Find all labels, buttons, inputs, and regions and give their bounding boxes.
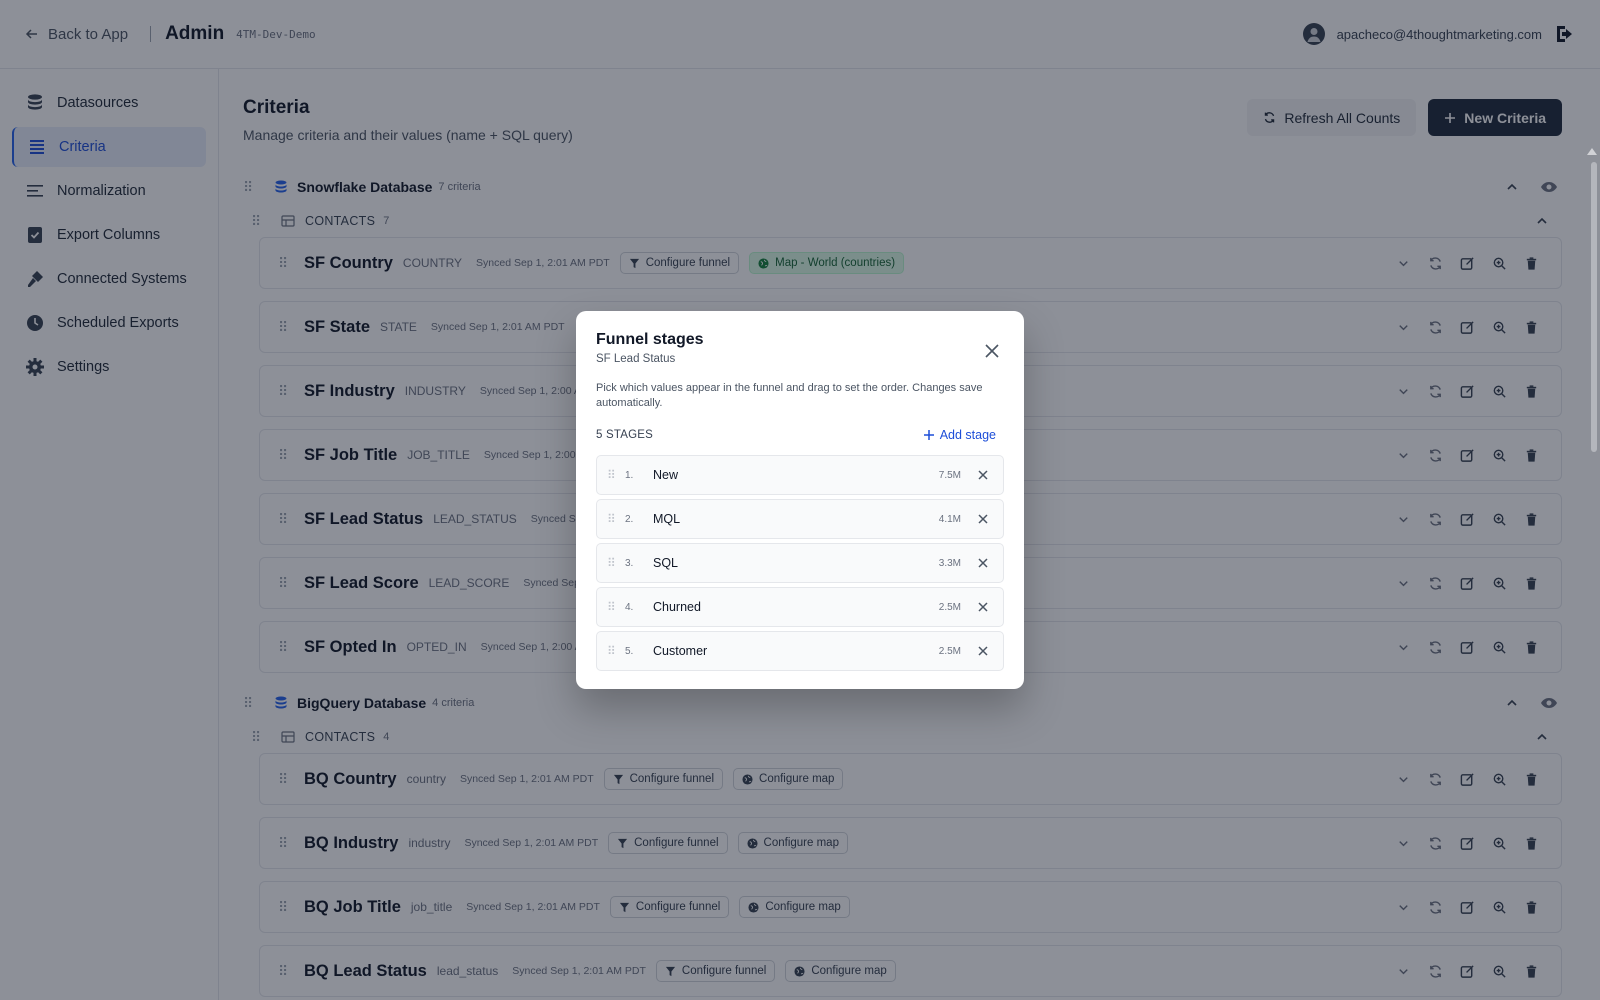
close-icon[interactable] [984, 343, 1000, 359]
stage-item[interactable]: ⠿ 2. MQL 4.1M [596, 499, 1004, 539]
remove-stage-icon[interactable] [977, 601, 989, 613]
stage-number: 2. [625, 513, 634, 525]
stage-count: 3.3M [938, 557, 961, 569]
stage-count: 7.5M [938, 469, 961, 481]
dialog-title: Funnel stages [596, 331, 704, 348]
scrollbar-thumb[interactable] [1591, 162, 1597, 452]
scrollbar[interactable] [1586, 72, 1600, 1000]
drag-handle-icon[interactable]: ⠿ [607, 512, 619, 526]
drag-handle-icon[interactable]: ⠿ [607, 468, 619, 482]
stages-count: 5 STAGES [596, 429, 653, 441]
dialog-subtitle: SF Lead Status [596, 353, 676, 365]
stage-list: ⠿ 1. New 7.5M ⠿ 2. MQL 4.1M ⠿ 3. SQL 3.3… [596, 455, 1004, 671]
stage-name: MQL [653, 512, 681, 526]
stage-count: 4.1M [938, 513, 961, 525]
stage-number: 1. [625, 469, 634, 481]
stage-name: Churned [653, 600, 701, 614]
remove-stage-icon[interactable] [977, 469, 989, 481]
drag-handle-icon[interactable]: ⠿ [607, 600, 619, 614]
dialog-description: Pick which values appear in the funnel a… [596, 382, 983, 409]
stage-number: 4. [625, 601, 634, 613]
stage-name: SQL [653, 556, 679, 570]
stage-number: 3. [625, 557, 634, 569]
stage-item[interactable]: ⠿ 3. SQL 3.3M [596, 543, 1004, 583]
stage-item[interactable]: ⠿ 1. New 7.5M [596, 455, 1004, 495]
stage-count: 2.5M [938, 645, 961, 657]
stage-name: Customer [653, 644, 708, 658]
plus-icon [923, 430, 934, 440]
stage-item[interactable]: ⠿ 5. Customer 2.5M [596, 631, 1004, 671]
remove-stage-icon[interactable] [977, 513, 989, 525]
drag-handle-icon[interactable]: ⠿ [607, 644, 619, 658]
funnel-stages-dialog: Funnel stages SF Lead Status Pick which … [576, 311, 1024, 689]
scroll-up-arrow-icon[interactable] [1587, 148, 1597, 155]
add-stage-button[interactable]: Add stage [923, 428, 1004, 442]
stage-name: New [653, 468, 679, 482]
add-stage-label: Add stage [939, 428, 996, 442]
stage-item[interactable]: ⠿ 4. Churned 2.5M [596, 587, 1004, 627]
stage-count: 2.5M [938, 601, 961, 613]
stage-number: 5. [625, 645, 634, 657]
remove-stage-icon[interactable] [977, 645, 989, 657]
drag-handle-icon[interactable]: ⠿ [607, 556, 619, 570]
remove-stage-icon[interactable] [977, 557, 989, 569]
